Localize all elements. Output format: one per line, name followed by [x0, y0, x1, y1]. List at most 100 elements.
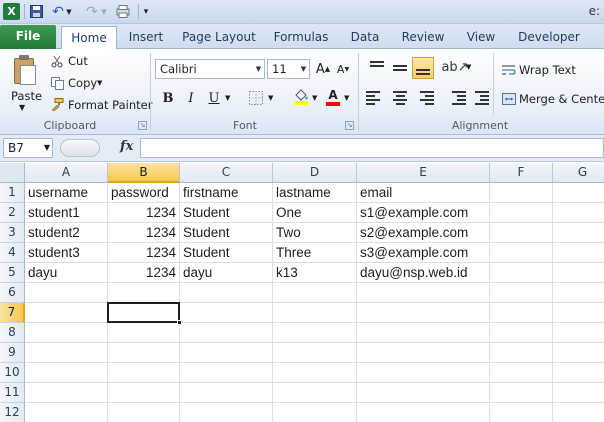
cell-c3[interactable]: Student: [180, 223, 273, 243]
cell-b1[interactable]: password: [108, 183, 180, 203]
chevron-down-icon[interactable]: ▼: [44, 139, 50, 157]
cell-d1[interactable]: lastname: [273, 183, 357, 203]
cell-a5[interactable]: dayu: [25, 263, 108, 283]
align-bottom-icon[interactable]: [412, 57, 434, 79]
cell-e9[interactable]: [357, 343, 490, 363]
fill-color-dropdown-icon[interactable]: ▼: [312, 94, 317, 102]
scissors-icon[interactable]: [50, 54, 64, 68]
underline-button[interactable]: U: [205, 89, 223, 107]
undo-dropdown-icon[interactable]: ▼: [65, 3, 73, 20]
cell-g6[interactable]: [553, 283, 604, 303]
chevron-down-icon[interactable]: ▼: [253, 60, 264, 78]
wrap-text-button[interactable]: Wrap Text: [519, 63, 576, 77]
cell-a7[interactable]: [25, 303, 108, 323]
tab-view[interactable]: View: [456, 26, 506, 49]
save-icon[interactable]: [28, 3, 44, 20]
cell-b2[interactable]: 1234: [108, 203, 180, 223]
cell-g8[interactable]: [553, 323, 604, 343]
cell-b4[interactable]: 1234: [108, 243, 180, 263]
cut-button[interactable]: Cut: [68, 54, 88, 68]
cell-c9[interactable]: [180, 343, 273, 363]
row-header-7[interactable]: 7: [0, 303, 25, 323]
cell-f12[interactable]: [490, 403, 553, 422]
paste-icon[interactable]: [10, 55, 38, 87]
cell-d12[interactable]: [273, 403, 357, 422]
orientation-icon[interactable]: ab↗: [441, 58, 468, 76]
tab-page-layout[interactable]: Page Layout: [178, 26, 260, 49]
font-color-icon[interactable]: A: [324, 88, 342, 106]
cell-a12[interactable]: [25, 403, 108, 422]
font-size-select[interactable]: 11 ▼: [267, 59, 310, 79]
cell-f1[interactable]: [490, 183, 553, 203]
tab-home[interactable]: Home: [61, 26, 117, 50]
cell-a4[interactable]: student3: [25, 243, 108, 263]
cell-e2[interactable]: s1@example.com: [357, 203, 490, 223]
font-name-select[interactable]: Calibri ▼: [155, 59, 265, 79]
font-color-dropdown-icon[interactable]: ▼: [344, 94, 349, 102]
cell-d10[interactable]: [273, 363, 357, 383]
cell-a3[interactable]: student2: [25, 223, 108, 243]
column-header-a[interactable]: A: [25, 163, 108, 183]
undo-icon[interactable]: ↶: [50, 3, 66, 20]
cell-b6[interactable]: [108, 283, 180, 303]
cell-c6[interactable]: [180, 283, 273, 303]
cell-g1[interactable]: [553, 183, 604, 203]
cell-c1[interactable]: firstname: [180, 183, 273, 203]
cell-g11[interactable]: [553, 383, 604, 403]
cell-f2[interactable]: [490, 203, 553, 223]
cell-c11[interactable]: [180, 383, 273, 403]
spreadsheet-grid[interactable]: A B C D E F G 1 username password firstname lastnam…: [0, 163, 604, 422]
cell-a6[interactable]: [25, 283, 108, 303]
cell-a9[interactable]: [25, 343, 108, 363]
row-header-6[interactable]: 6: [0, 283, 25, 303]
cell-g7[interactable]: [553, 303, 604, 323]
column-header-f[interactable]: F: [490, 163, 553, 183]
cell-g9[interactable]: [553, 343, 604, 363]
row-header-5[interactable]: 5: [0, 263, 25, 283]
column-header-e[interactable]: E: [357, 163, 490, 183]
cell-d3[interactable]: Two: [273, 223, 357, 243]
cell-b11[interactable]: [108, 383, 180, 403]
cell-b7[interactable]: [108, 303, 180, 323]
cell-a10[interactable]: [25, 363, 108, 383]
cell-e3[interactable]: s2@example.com: [357, 223, 490, 243]
row-header-3[interactable]: 3: [0, 223, 25, 243]
column-header-g[interactable]: G: [553, 163, 604, 183]
cell-d8[interactable]: [273, 323, 357, 343]
decrease-indent-icon[interactable]: [444, 87, 466, 109]
row-header-4[interactable]: 4: [0, 243, 25, 263]
paste-button[interactable]: Paste: [11, 89, 42, 103]
customize-toolbar-icon[interactable]: ▾: [141, 3, 151, 20]
merge-center-button[interactable]: Merge & Center: [519, 92, 604, 106]
tab-file[interactable]: File: [0, 25, 56, 49]
format-painter-button[interactable]: Format Painter: [68, 98, 152, 112]
shrink-font-icon[interactable]: A ▼: [334, 60, 352, 78]
column-header-b[interactable]: B: [108, 163, 180, 183]
merge-center-icon[interactable]: [501, 92, 516, 106]
cell-e12[interactable]: [357, 403, 490, 422]
name-box[interactable]: B7 ▼: [3, 138, 53, 158]
tab-review[interactable]: Review: [396, 26, 450, 49]
cell-g5[interactable]: [553, 263, 604, 283]
cell-e1[interactable]: email: [357, 183, 490, 203]
cell-g2[interactable]: [553, 203, 604, 223]
redo-dropdown-icon[interactable]: ▼: [100, 3, 108, 20]
cell-e6[interactable]: [357, 283, 490, 303]
cell-a2[interactable]: student1: [25, 203, 108, 223]
tab-developer[interactable]: Developer: [512, 26, 586, 49]
cell-d7[interactable]: [273, 303, 357, 323]
orientation-dropdown-icon[interactable]: ▼: [466, 63, 471, 71]
row-header-9[interactable]: 9: [0, 343, 25, 363]
cell-d6[interactable]: [273, 283, 357, 303]
chevron-down-icon[interactable]: ▼: [298, 60, 309, 78]
align-left-icon[interactable]: [366, 87, 388, 109]
row-header-1[interactable]: 1: [0, 183, 25, 203]
cell-b5[interactable]: 1234: [108, 263, 180, 283]
copy-button[interactable]: Copy: [68, 76, 97, 90]
align-right-icon[interactable]: [412, 87, 434, 109]
row-header-10[interactable]: 10: [0, 363, 25, 383]
copy-dropdown-icon[interactable]: ▼: [97, 79, 102, 87]
redo-icon[interactable]: ↷: [84, 3, 100, 20]
cell-g10[interactable]: [553, 363, 604, 383]
cell-c4[interactable]: Student: [180, 243, 273, 263]
